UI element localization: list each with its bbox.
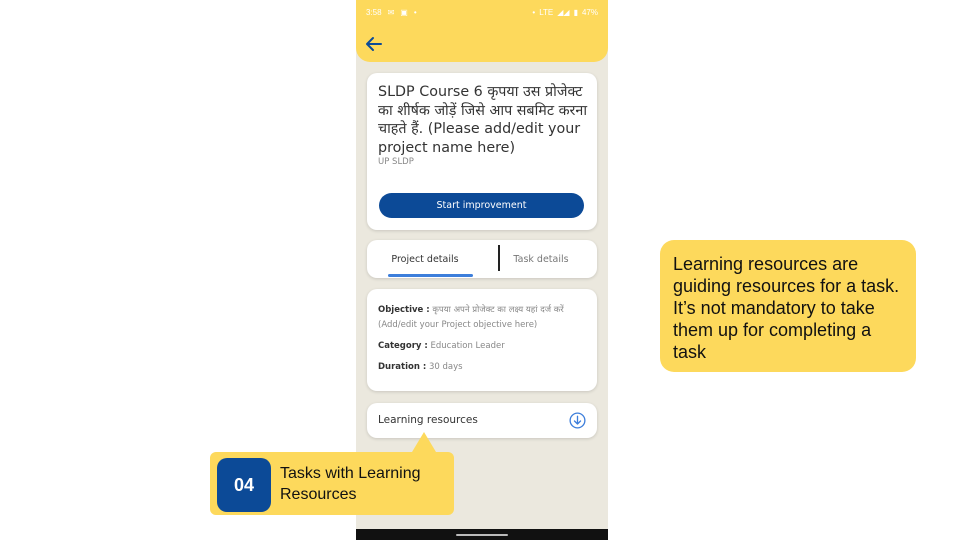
app-header: 3:58 ✉ ▣ • • LTE ◢◢ ▮ 47% bbox=[356, 0, 608, 62]
step-number: 04 bbox=[217, 458, 271, 512]
category-label: Category : bbox=[378, 341, 428, 351]
step-text: Tasks with Learning Resources bbox=[280, 465, 421, 503]
back-arrow-icon[interactable] bbox=[364, 34, 384, 54]
objective-row: Objective : कृपया अपने प्रोजेक्ट का लक्ष… bbox=[378, 303, 588, 332]
tab-task-details[interactable]: Task details bbox=[491, 240, 591, 278]
project-details-card: Objective : कृपया अपने प्रोजेक्ट का लक्ष… bbox=[367, 289, 597, 391]
dot-icon: • bbox=[413, 7, 417, 17]
status-bar: 3:58 ✉ ▣ • • LTE ◢◢ ▮ 47% bbox=[366, 5, 598, 19]
message-icon: ✉ bbox=[387, 7, 395, 17]
project-title: SLDP Course 6 कृपया उस प्रोजेक्ट का शीर्… bbox=[378, 84, 588, 156]
active-tab-indicator bbox=[388, 274, 473, 277]
project-card: SLDP Course 6 कृपया उस प्रोजेक्ट का शीर्… bbox=[367, 73, 597, 230]
duration-row: Duration : 30 days bbox=[378, 360, 588, 375]
category-row: Category : Education Leader bbox=[378, 339, 588, 354]
duration-label: Duration : bbox=[378, 362, 427, 372]
duration-value: 30 days bbox=[426, 362, 463, 372]
project-subtitle: UP SLDP bbox=[378, 157, 414, 167]
learning-resources-card[interactable]: Learning resources bbox=[367, 403, 597, 438]
start-improvement-button[interactable]: Start improvement bbox=[379, 193, 584, 218]
battery-percent: 47% bbox=[581, 7, 598, 17]
status-time: 3:58 bbox=[366, 7, 382, 17]
notification-icon: ▣ bbox=[400, 7, 408, 17]
network-label: LTE bbox=[539, 7, 554, 17]
category-value: Education Leader bbox=[427, 341, 505, 351]
dot-icon: • bbox=[532, 7, 536, 17]
learning-resources-label: Learning resources bbox=[378, 414, 478, 426]
tabs-card: Project details Task details bbox=[367, 240, 597, 278]
system-nav-bar bbox=[356, 529, 608, 540]
expand-down-icon[interactable] bbox=[569, 412, 586, 429]
battery-icon: ▮ bbox=[573, 7, 578, 17]
signal-icon: ◢◢ bbox=[557, 7, 570, 17]
objective-label: Objective : bbox=[378, 305, 430, 315]
info-callout: Learning resources are guiding resources… bbox=[660, 240, 916, 372]
tab-project-details[interactable]: Project details bbox=[375, 240, 475, 278]
home-gesture-bar[interactable] bbox=[456, 534, 508, 536]
step-callout: 04 Tasks with Learning Resources bbox=[210, 452, 454, 515]
callout-pointer bbox=[412, 432, 436, 452]
